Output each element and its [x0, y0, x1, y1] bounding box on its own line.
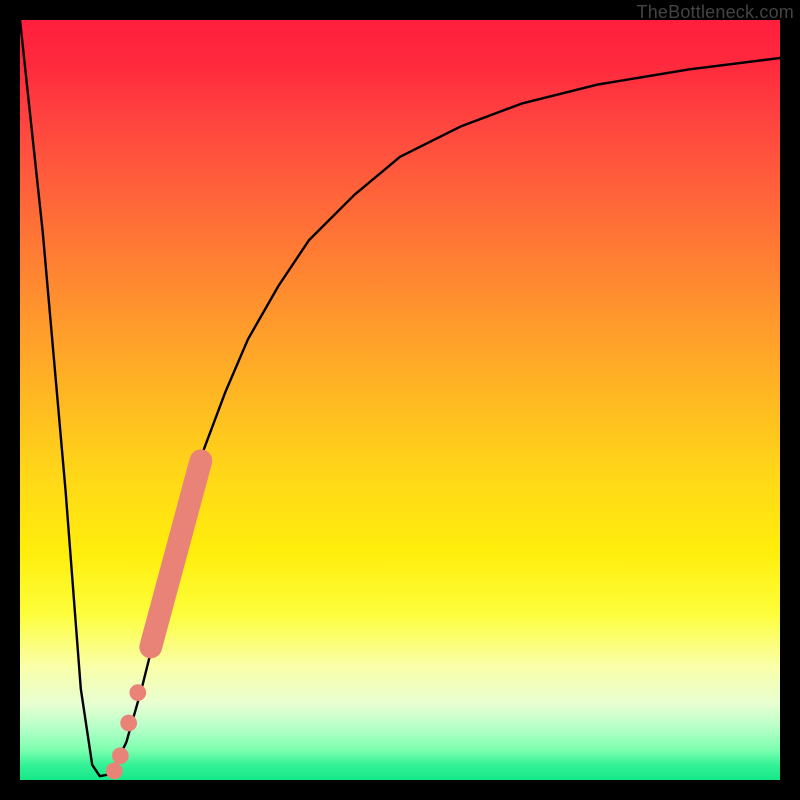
attribution-watermark: TheBottleneck.com	[637, 2, 794, 23]
bottleneck-curve-path	[20, 20, 780, 776]
marker-b	[120, 715, 137, 732]
marker-a	[129, 684, 146, 701]
highlight-segment-upper	[151, 461, 201, 647]
marker-c	[112, 747, 129, 764]
marker-d	[106, 763, 123, 780]
bottleneck-curve-chart	[20, 20, 780, 780]
plot-area	[20, 20, 780, 780]
chart-stage: TheBottleneck.com	[0, 0, 800, 800]
